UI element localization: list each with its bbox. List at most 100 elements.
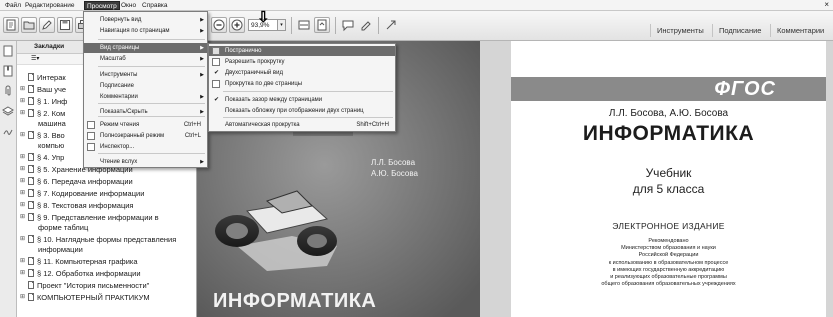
bookmark-item[interactable]: Проект "История письменности"	[20, 281, 196, 290]
bookmark-item[interactable]: форме таблиц	[38, 223, 196, 232]
view-menu-item[interactable]: Повернуть вид ▶	[84, 15, 207, 25]
expand-toggle-icon[interactable]: ⊞	[20, 235, 27, 244]
expand-toggle-icon[interactable]: ⊞	[20, 189, 27, 198]
view-menu-item[interactable]: Режим чтения Ctrl+H	[84, 120, 207, 130]
expand-toggle-icon[interactable]: ⊞	[20, 153, 27, 162]
bookmark-page-icon	[28, 153, 34, 161]
sign-pane-button[interactable]: Подписание	[712, 24, 767, 37]
page-display-item[interactable]: ✔ Показать зазор между страницами	[209, 95, 395, 105]
tools-pane-button[interactable]: Инструменты	[650, 24, 710, 37]
bookmark-icon[interactable]	[2, 65, 14, 77]
comment-button[interactable]	[340, 17, 356, 33]
menu-item-shortcut: Ctrl+H	[183, 122, 201, 128]
zoom-in-button[interactable]	[229, 17, 245, 33]
expand-button[interactable]	[383, 17, 399, 33]
cover-title: ИНФОРМАТИКА	[213, 290, 377, 312]
bookmark-item[interactable]: ⊞ § 12. Обработка информации	[20, 269, 196, 278]
menu-view[interactable]: Просмотр	[84, 1, 120, 10]
create-button[interactable]	[3, 17, 19, 33]
recommendation-line: к использованию в образовательном процес…	[608, 259, 729, 266]
bookmark-page-icon	[28, 281, 34, 289]
page-display-item[interactable]: Прокрутка по две страницы	[209, 79, 395, 89]
edition-label: ЭЛЕКТРОННОЕ ИЗДАНИЕ	[612, 221, 725, 231]
bookmark-page-icon	[28, 201, 34, 209]
expand-toggle-icon[interactable]: ⊞	[20, 293, 27, 302]
zoom-dropdown[interactable]: ▾	[278, 19, 286, 31]
bookmark-label: компью	[38, 141, 65, 150]
save-button[interactable]	[57, 17, 73, 33]
menu-item-label: Полноэкранный режим	[100, 133, 165, 139]
menu-item-label: Постранично	[225, 48, 262, 54]
navigation-pane-strip	[0, 41, 17, 317]
close-document-icon[interactable]: ×	[824, 0, 829, 10]
bookmark-item[interactable]: ⊞ § 10. Наглядные формы представления	[20, 235, 196, 244]
view-menu-item[interactable]: Показать/Скрыть ▶	[84, 107, 207, 117]
view-menu-item[interactable]: Чтение вслух ▶	[84, 157, 207, 167]
bookmark-page-icon	[28, 235, 34, 243]
menu-edit[interactable]: Редактирование	[23, 1, 77, 10]
bookmark-label: § 11. Компьютерная графика	[37, 257, 138, 266]
page-display-item[interactable]: Автоматическая прокрутка Shift+Ctrl+H	[209, 120, 395, 130]
view-menu-item[interactable]: Комментарии ▶	[84, 92, 207, 102]
bookmark-page-icon	[28, 85, 34, 93]
bookmark-item[interactable]: ⊞ § 9. Представление информации в	[20, 213, 196, 222]
open-button[interactable]	[21, 17, 37, 33]
view-menu-item[interactable]: Навигация по страницам ▶	[84, 26, 207, 36]
bookmark-label: § 9. Представление информации в	[37, 213, 159, 222]
fit-page-button[interactable]	[314, 17, 330, 33]
view-menu-item[interactable]: Подписание	[84, 81, 207, 91]
expand-toggle-icon[interactable]: ⊞	[20, 257, 27, 266]
recommendation-line: общего образования образовательных учреж…	[601, 281, 736, 288]
view-menu-item[interactable]: Полноэкранный режим Ctrl+L	[84, 131, 207, 141]
expand-toggle-icon[interactable]: ⊞	[20, 85, 27, 94]
menu-item-label: Режим чтения	[100, 122, 140, 128]
bookmark-label: Проект "История письменности"	[37, 281, 150, 290]
bookmarks-title: Закладки	[34, 43, 65, 50]
expand-toggle-icon[interactable]: ⊞	[20, 165, 27, 174]
view-menu-item[interactable]: Вид страницы ▶	[84, 43, 207, 53]
page-display-item[interactable]: Постранично	[209, 46, 395, 56]
single-page-icon	[212, 47, 220, 55]
toolbar-separator	[291, 17, 292, 34]
view-menu-item[interactable]: Инспектор...	[84, 142, 207, 152]
menu-item-label: Показать обложку при отображении двух ст…	[225, 108, 364, 114]
menu-help[interactable]: Справка	[140, 1, 170, 10]
fit-width-button[interactable]	[296, 17, 312, 33]
menu-file[interactable]: Файл	[3, 1, 23, 10]
expand-toggle-icon[interactable]: ⊞	[20, 97, 27, 106]
pages-icon[interactable]	[2, 45, 14, 57]
zoom-out-button[interactable]	[211, 17, 227, 33]
options-icon[interactable]: ☰▾	[31, 55, 39, 62]
menu-window[interactable]: Окно	[119, 1, 138, 10]
comment-pane-button[interactable]: Комментарии	[770, 24, 830, 37]
bookmark-page-icon	[28, 97, 34, 105]
page-display-item[interactable]: ✔ Двухстраничный вид	[209, 68, 395, 78]
expand-toggle-icon[interactable]: ⊞	[20, 269, 27, 278]
expand-toggle-icon[interactable]: ⊞	[20, 201, 27, 210]
bookmark-item[interactable]: ⊞ § 11. Компьютерная графика	[20, 257, 196, 266]
expand-toggle-icon[interactable]: ⊞	[20, 109, 27, 118]
highlight-button[interactable]	[358, 17, 374, 33]
expand-toggle-icon[interactable]: ⊞	[20, 131, 27, 140]
expand-toggle-icon[interactable]: ⊞	[20, 213, 27, 222]
bookmark-page-icon	[28, 73, 34, 81]
edit-button[interactable]	[39, 17, 55, 33]
pointer-arrow-icon: ⇩	[257, 9, 270, 26]
bookmark-item[interactable]: ⊞ КОМПЬЮТЕРНЫЙ ПРАКТИКУМ	[20, 293, 196, 302]
page-display-item[interactable]: Показать обложку при отображении двух ст…	[209, 106, 395, 116]
expand-toggle-icon[interactable]: ⊞	[20, 177, 27, 186]
paperclip-icon[interactable]	[2, 85, 14, 97]
bookmark-item[interactable]: информации	[38, 245, 196, 254]
bookmark-item[interactable]: ⊞ § 8. Текстовая информация	[20, 201, 196, 210]
layers-icon[interactable]	[2, 105, 14, 117]
view-menu-item[interactable]: Инструменты ▶	[84, 70, 207, 80]
bookmark-label: § 2. Ком	[37, 109, 66, 118]
submenu-arrow-icon: ▶	[200, 56, 204, 62]
page-display-item[interactable]: Разрешить прокрутку	[209, 57, 395, 67]
bookmark-item[interactable]: ⊞ § 7. Кодирование информации	[20, 189, 196, 198]
bookmark-item[interactable]: ⊞ § 6. Передача информации	[20, 177, 196, 186]
book-authors: Л.Л. Босова, А.Ю. Босова	[608, 108, 729, 119]
scrolling-icon	[212, 58, 220, 66]
view-menu-item[interactable]: Масштаб ▶	[84, 54, 207, 64]
signature-icon[interactable]	[2, 125, 14, 137]
